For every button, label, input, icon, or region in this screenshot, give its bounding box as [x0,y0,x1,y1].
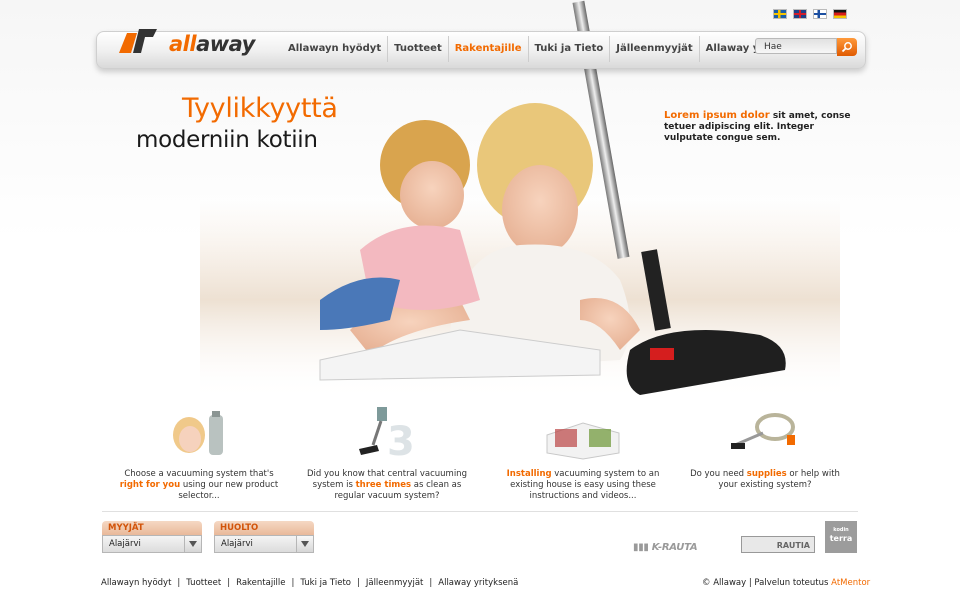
feature-installing[interactable]: Installing vacuuming system to an existi… [498,405,668,502]
rautia-logo[interactable]: RAUTIA [741,536,815,553]
logo-text: allaway [169,32,255,56]
nav-item-tuotteet[interactable]: Tuotteet [387,36,448,62]
footer-link-tuki-ja-tieto[interactable]: Tuki ja Tieto [300,578,351,588]
woman-with-vacuum-unit-icon [173,411,223,455]
english-flag-icon[interactable] [793,9,807,19]
service-selector: HUOLTO Alajärvi [214,521,314,553]
footer-link-allaway-yrityksena[interactable]: Allaway yrityksenä [438,578,518,588]
vacuum-nozzle-three-icon: 3 [359,407,415,461]
german-flag-icon[interactable] [833,9,847,19]
footer-copyright: © Allaway | Palvelun toteutus AtMentor [702,578,871,588]
search: Hae [755,38,857,56]
footer-link-rakentajille[interactable]: Rakentajille [236,578,285,588]
feature-product-selector[interactable]: Choose a vacuuming system that's right f… [114,405,284,502]
feature-supplies[interactable]: Do you need supplies or help with your e… [680,405,850,491]
hero-title-line1: Tyylikkyyttä [182,93,338,124]
vacuum-accessories-icon [731,413,795,449]
search-input[interactable]: Hae [755,38,837,54]
finnish-flag-icon[interactable] [813,9,827,19]
logo-mark-icon [119,29,157,53]
kodin-terra-logo[interactable]: kodin terra [825,521,857,553]
hero-title-line2: moderniin kotiin [136,127,318,153]
svg-text:3: 3 [387,419,415,461]
nav-item-allawayn-hyodyt[interactable]: Allawayn hyödyt [282,36,387,62]
dealer-select[interactable]: Alajärvi [102,535,202,553]
footer-link-jalleenmyyjat[interactable]: Jälleenmyyjät [366,578,424,588]
footer-link-allawayn-hyodyt[interactable]: Allawayn hyödyt [101,578,171,588]
search-button[interactable] [837,38,857,56]
krauta-logo[interactable]: ▮▮▮ K-RAUTA [633,542,698,553]
dealer-selector-label: MYYJÄT [102,521,202,535]
logo[interactable]: allaway [117,24,267,64]
service-select[interactable]: Alajärvi [214,535,314,553]
footer-link-tuotteet[interactable]: Tuotteet [186,578,221,588]
divider [102,511,858,512]
feature-three-times-clean[interactable]: 3 Did you know that central vacuuming sy… [302,405,472,502]
chevron-down-icon [301,541,309,547]
language-selector [773,9,847,19]
nav-item-jalleenmyyjat[interactable]: Jälleenmyyjät [609,36,698,62]
dealer-selector: MYYJÄT Alajärvi [102,521,202,553]
main-nav: Allawayn hyödyt Tuotteet Rakentajille Tu… [282,36,818,62]
chevron-down-icon [189,541,197,547]
nav-item-rakentajille[interactable]: Rakentajille [447,36,528,62]
nav-item-tuki-ja-tieto[interactable]: Tuki ja Tieto [527,36,610,62]
footer-nav: Allawayn hyödyt | Tuotteet | Rakentajill… [101,578,519,588]
hero-blurb: Lorem ipsum dolor sit amet, conse tetuer… [664,110,854,144]
page: allaway Allawayn hyödyt Tuotteet Rakenta… [0,0,960,600]
hero-blurb-highlight: Lorem ipsum dolor [664,110,770,121]
instruction-book-icon [546,422,620,460]
atmentor-link[interactable]: AtMentor [831,578,870,588]
dropdown-arrow[interactable] [184,536,201,552]
swedish-flag-icon[interactable] [773,9,787,19]
search-icon [841,42,852,53]
service-selector-label: HUOLTO [214,521,314,535]
dropdown-arrow[interactable] [296,536,313,552]
